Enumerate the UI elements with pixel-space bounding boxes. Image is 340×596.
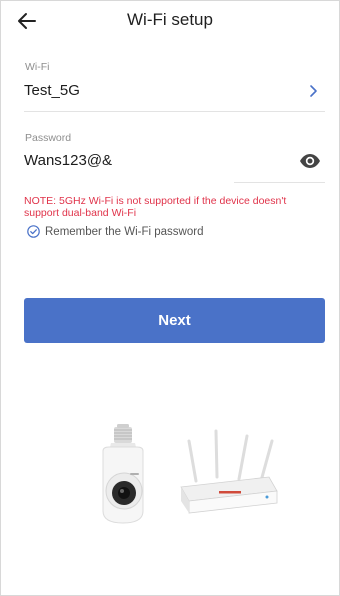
- wifi-ssid-field[interactable]: Test_5G: [24, 82, 80, 99]
- router-image: [180, 429, 278, 514]
- password-field-divider: [234, 182, 325, 183]
- wifi-field-label: Wi-Fi: [25, 61, 50, 73]
- camera-bulb-image: [102, 424, 144, 524]
- remember-password-label: Remember the Wi-Fi password: [45, 225, 204, 238]
- check-circle-icon[interactable]: [27, 225, 40, 238]
- dual-band-warning: NOTE: 5GHz Wi-Fi is not supported if the…: [24, 195, 287, 219]
- page-title: Wi-Fi setup: [127, 10, 213, 29]
- wifi-field-divider: [24, 111, 325, 112]
- header-bar: Wi-Fi setup: [1, 1, 339, 41]
- eye-icon[interactable]: [299, 153, 321, 169]
- remember-password-checkbox[interactable]: Remember the Wi-Fi password: [27, 225, 203, 238]
- password-field[interactable]: Wans123@&: [24, 152, 112, 169]
- password-field-label: Password: [25, 132, 72, 144]
- chevron-right-icon[interactable]: [307, 84, 321, 98]
- next-button[interactable]: Next: [24, 298, 325, 343]
- device-illustration: [102, 424, 278, 524]
